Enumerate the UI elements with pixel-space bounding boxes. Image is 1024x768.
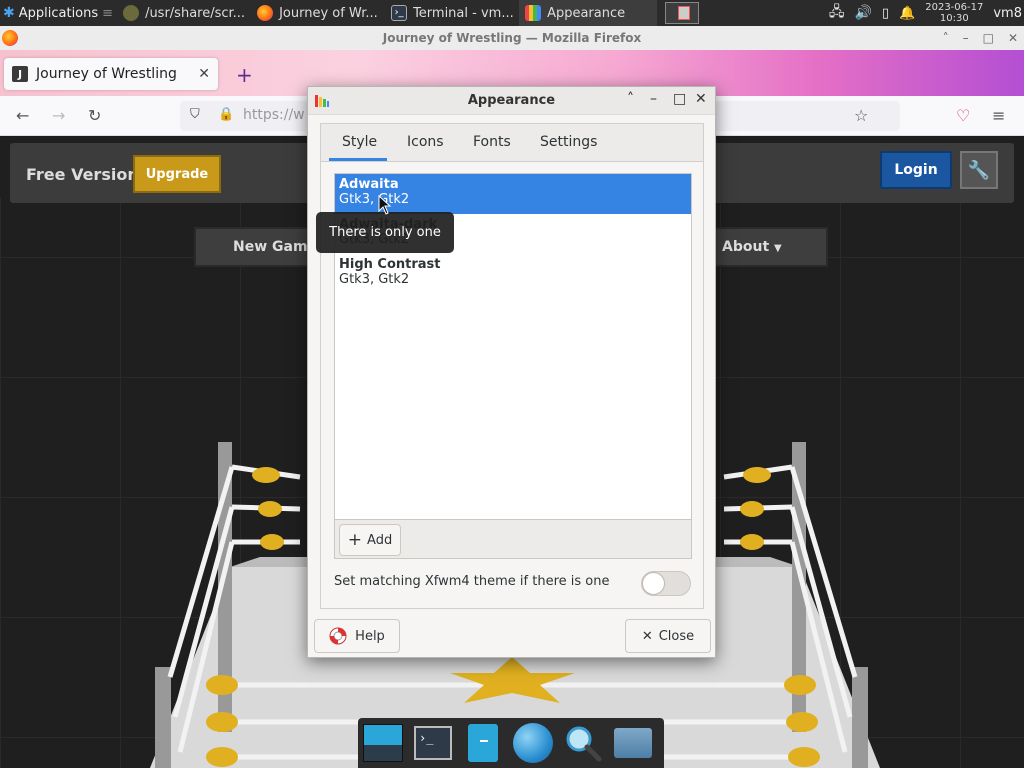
dialog-titlebar: Appearance ˄ – □ ✕ bbox=[308, 87, 715, 115]
folder-launcher-icon[interactable] bbox=[612, 722, 654, 764]
browser-tab[interactable]: J Journey of Wrestling ✕ bbox=[4, 58, 218, 90]
switch-knob bbox=[642, 572, 665, 595]
pocket-icon[interactable]: ♡ bbox=[956, 106, 970, 125]
ff-collapse-icon[interactable]: ˄ bbox=[943, 26, 949, 50]
firefox-titlebar: Journey of Wrestling — Mozilla Firefox ˄… bbox=[0, 26, 1024, 50]
add-theme-button[interactable]: + Add bbox=[339, 524, 401, 556]
free-version-label: Free Version bbox=[26, 165, 139, 184]
theme-row-high-contrast[interactable]: High Contrast Gtk3, Gtk2 bbox=[335, 254, 691, 294]
dialog-minimize-icon[interactable]: – bbox=[650, 91, 657, 107]
firefox-title-icon bbox=[2, 30, 18, 46]
chevron-down-icon: ▼ bbox=[774, 243, 782, 254]
volume-icon[interactable]: 🔊 bbox=[854, 5, 871, 21]
tab-favicon-icon: J bbox=[12, 66, 28, 82]
tab-settings[interactable]: Settings bbox=[540, 134, 597, 150]
task-file-manager[interactable]: /usr/share/scr... bbox=[117, 0, 251, 26]
task-terminal[interactable]: ›_ Terminal - vm... bbox=[385, 0, 519, 26]
system-tray: 🖧 🔊 ▯ 🔔 2023-06-17 10:30 vm8 bbox=[829, 0, 1024, 26]
dialog-collapse-icon[interactable]: ˄ bbox=[627, 91, 634, 107]
lifebuoy-icon bbox=[329, 627, 347, 645]
menu-new-game[interactable]: New Game bbox=[233, 239, 317, 255]
theme-support: Gtk3, Gtk2 bbox=[339, 272, 410, 287]
theme-list-toolbar: + Add bbox=[334, 519, 692, 559]
applications-label: Applications bbox=[18, 5, 99, 21]
appearance-dialog: Appearance ˄ – □ ✕ Style Icons Fonts Set… bbox=[307, 86, 716, 658]
theme-name: Adwaita bbox=[339, 177, 399, 192]
web-browser-launcher-icon[interactable] bbox=[512, 722, 554, 764]
menu-about-label: About bbox=[722, 239, 770, 255]
clock-time: 10:30 bbox=[939, 13, 969, 24]
ff-maximize-icon[interactable]: □ bbox=[983, 26, 994, 50]
dialog-maximize-icon[interactable]: □ bbox=[673, 91, 686, 107]
add-label: Add bbox=[367, 532, 393, 548]
dock: ›_ bbox=[358, 718, 664, 768]
applications-menu[interactable]: ✱ Applications ≡ bbox=[0, 0, 117, 26]
close-x-icon: ✕ bbox=[641, 628, 653, 644]
search-launcher-icon[interactable] bbox=[562, 722, 604, 764]
notebook-tabs: Style Icons Fonts Settings bbox=[321, 124, 703, 162]
ff-close-icon[interactable]: ✕ bbox=[1008, 26, 1018, 50]
match-xfwm4-label: Set matching Xfwm4 theme if there is one bbox=[334, 574, 610, 589]
ff-minimize-icon[interactable]: – bbox=[963, 26, 969, 50]
tab-icons[interactable]: Icons bbox=[407, 134, 444, 150]
appearance-icon bbox=[525, 5, 542, 21]
reload-icon[interactable]: ↻ bbox=[88, 106, 101, 125]
url-text: https://w bbox=[243, 107, 305, 123]
clock-date: 2023-06-17 bbox=[925, 2, 984, 13]
tab-fonts[interactable]: Fonts bbox=[473, 134, 511, 150]
battery-icon[interactable]: ▯ bbox=[882, 6, 889, 21]
upgrade-button[interactable]: Upgrade bbox=[133, 155, 221, 193]
login-button[interactable]: Login bbox=[880, 151, 952, 189]
xfce-logo-icon: ✱ bbox=[3, 5, 15, 21]
theme-name: High Contrast bbox=[339, 257, 441, 272]
match-xfwm4-switch[interactable] bbox=[641, 571, 691, 596]
bookmark-star-icon[interactable]: ☆ bbox=[854, 106, 868, 125]
user-label[interactable]: vm8 bbox=[993, 6, 1022, 21]
tab-close-icon[interactable]: ✕ bbox=[198, 66, 210, 82]
shield-icon[interactable]: ⛉ bbox=[190, 107, 200, 122]
task-label: Terminal - vm... bbox=[413, 5, 514, 21]
new-tab-icon[interactable]: + bbox=[236, 63, 253, 87]
separator-icon: ≡ bbox=[102, 5, 114, 21]
terminal-launcher-icon[interactable]: ›_ bbox=[412, 722, 454, 764]
dialog-close-icon[interactable]: ✕ bbox=[695, 91, 707, 107]
workspace-switcher[interactable] bbox=[665, 2, 700, 24]
task-firefox[interactable]: Journey of Wr... bbox=[251, 0, 385, 26]
tooltip: There is only one bbox=[316, 212, 454, 253]
file-manager-icon bbox=[123, 5, 140, 21]
terminal-icon: ›_ bbox=[391, 5, 408, 21]
task-label: /usr/share/scr... bbox=[145, 5, 246, 21]
task-label: Journey of Wr... bbox=[279, 5, 378, 21]
wrench-icon[interactable]: 🔧 bbox=[960, 151, 998, 189]
task-label: Appearance bbox=[547, 5, 626, 21]
plus-icon: + bbox=[347, 529, 363, 550]
show-desktop-icon[interactable] bbox=[362, 722, 404, 764]
firefox-icon bbox=[257, 5, 274, 21]
tab-style[interactable]: Style bbox=[342, 134, 377, 150]
notification-bell-icon[interactable]: 🔔 bbox=[899, 6, 915, 21]
menu-about[interactable]: About ▼ bbox=[722, 239, 782, 255]
firefox-window-title: Journey of Wrestling — Mozilla Firefox bbox=[382, 31, 642, 45]
top-panel: ✱ Applications ≡ /usr/share/scr... Journ… bbox=[0, 0, 1024, 26]
tab-title: Journey of Wrestling bbox=[36, 66, 177, 82]
file-manager-launcher-icon[interactable] bbox=[462, 722, 504, 764]
close-button[interactable]: ✕ Close bbox=[625, 619, 711, 653]
back-icon[interactable]: ← bbox=[16, 106, 29, 125]
active-tab-indicator bbox=[329, 158, 387, 161]
hamburger-menu-icon[interactable]: ≡ bbox=[992, 106, 1005, 125]
clock[interactable]: 2023-06-17 10:30 bbox=[925, 2, 983, 24]
forward-icon[interactable]: → bbox=[52, 106, 65, 125]
close-label: Close bbox=[658, 628, 695, 644]
help-button[interactable]: Help bbox=[314, 619, 400, 653]
network-icon[interactable]: 🖧 bbox=[829, 1, 845, 25]
mouse-pointer-icon bbox=[378, 195, 392, 215]
workspace-window-icon bbox=[678, 6, 691, 20]
lock-icon[interactable]: 🔒 bbox=[218, 107, 234, 122]
task-appearance[interactable]: Appearance bbox=[519, 0, 658, 26]
help-label: Help bbox=[355, 628, 385, 644]
